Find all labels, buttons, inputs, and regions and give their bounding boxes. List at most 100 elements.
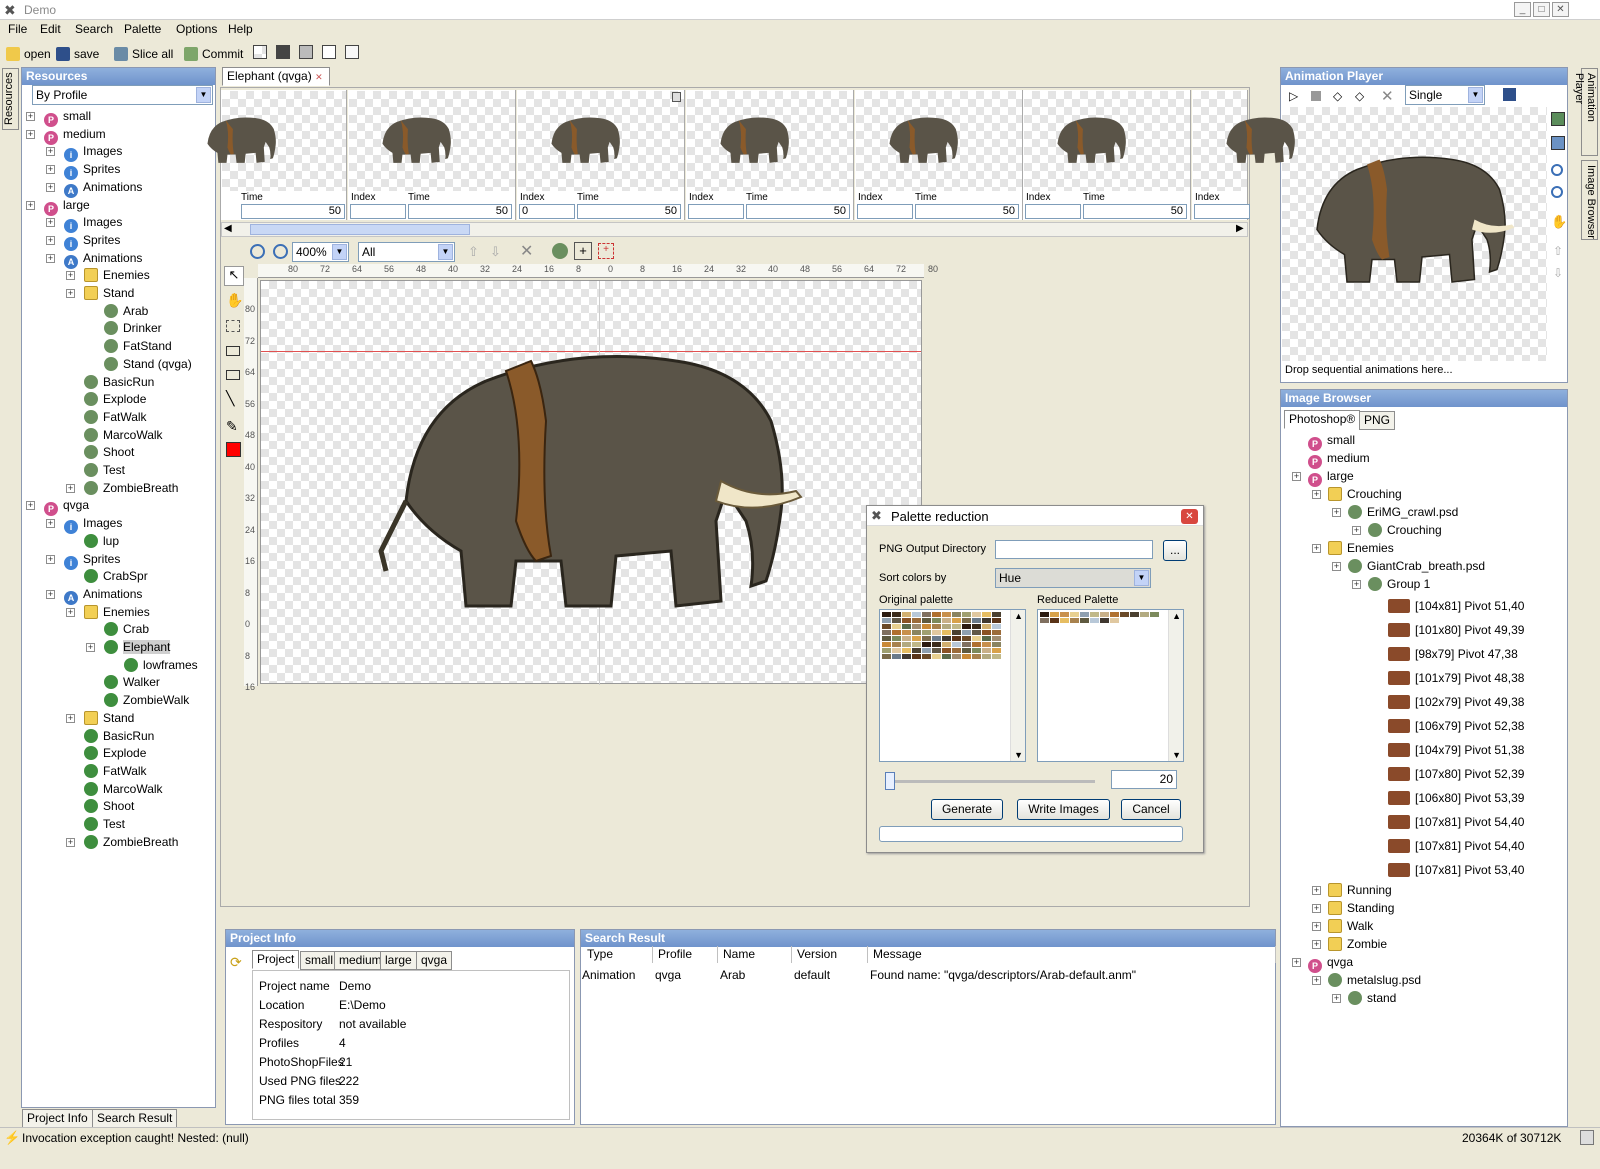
hand-icon[interactable]: ✋ xyxy=(1551,214,1567,230)
prev-frame-icon[interactable]: ◇ xyxy=(1333,89,1342,103)
tree-expander[interactable]: + xyxy=(46,589,55,599)
background-dark-toggle[interactable] xyxy=(276,45,290,59)
lock-icon[interactable] xyxy=(672,92,681,102)
write-images-button[interactable]: Write Images xyxy=(1017,799,1110,820)
tree-item[interactable]: i Sprites xyxy=(64,232,120,251)
animation-frame[interactable]: 1IndexTime50 xyxy=(348,90,516,220)
image-tree-item[interactable]: [98x79] Pivot 47,38 xyxy=(1388,646,1518,662)
tree-expander[interactable]: + xyxy=(26,200,35,210)
image-tree-item[interactable]: Group 1 xyxy=(1368,576,1430,592)
minimize-button[interactable]: _ xyxy=(1514,2,1531,17)
tree-expander[interactable]: + xyxy=(86,643,95,652)
tree-item[interactable]: Psmall xyxy=(44,108,91,127)
palette-scrollbar[interactable] xyxy=(1010,610,1025,761)
trash-icon[interactable] xyxy=(1580,1130,1594,1145)
cancel-button[interactable]: Cancel xyxy=(1121,799,1181,820)
tree-expander[interactable]: + xyxy=(46,165,55,175)
tree-item[interactable]: Shoot xyxy=(84,444,134,460)
column-header[interactable]: Message xyxy=(868,946,1276,963)
frame-time-input[interactable]: 50 xyxy=(241,204,345,219)
tree-expander[interactable]: + xyxy=(46,218,55,228)
bottom-tab-search-result[interactable]: Search Result xyxy=(92,1109,178,1128)
color-count-slider[interactable] xyxy=(885,772,1095,790)
image-tree-item[interactable]: [107x81] Pivot 54,40 xyxy=(1388,814,1524,830)
column-header[interactable]: Name xyxy=(718,946,792,963)
scroll-down-icon[interactable]: ▼ xyxy=(1014,750,1023,760)
tree-expander[interactable]: + xyxy=(66,483,75,493)
save-button[interactable]: save xyxy=(54,44,99,64)
frame-index-input[interactable] xyxy=(688,204,744,219)
close-tab-icon[interactable]: ✕ xyxy=(315,72,323,82)
menu-search[interactable]: Search xyxy=(75,22,113,36)
image-tree-item[interactable]: Running xyxy=(1328,882,1392,898)
zoom-out-icon[interactable] xyxy=(273,244,288,259)
open-button[interactable]: open xyxy=(4,44,51,64)
tree-item[interactable]: Test xyxy=(84,816,125,832)
png-dir-input[interactable] xyxy=(995,540,1153,559)
image-tree-item[interactable]: Walk xyxy=(1328,918,1373,934)
tree-item[interactable]: Enemies xyxy=(84,267,150,283)
animation-frame[interactable]: Time 50 xyxy=(207,90,347,220)
image-tree-item[interactable]: Pmedium xyxy=(1308,450,1370,469)
tree-expander[interactable]: + xyxy=(46,253,55,263)
tree-item[interactable]: A Animations xyxy=(64,250,142,269)
animation-frame[interactable]: 3IndexTime50 xyxy=(686,90,854,220)
tree-expander[interactable]: + xyxy=(1332,508,1341,517)
image-tree-item[interactable]: [106x80] Pivot 53,39 xyxy=(1388,790,1524,806)
clear-icon[interactable]: ✕ xyxy=(1381,87,1394,105)
image-tree-item[interactable]: Zombie xyxy=(1328,936,1387,952)
tab-qvga[interactable]: qvga xyxy=(416,951,453,970)
rectangle-outline-icon[interactable] xyxy=(226,370,240,380)
play-icon[interactable]: ▷ xyxy=(1289,89,1298,103)
frame-index-input[interactable] xyxy=(1025,204,1081,219)
tree-expander[interactable]: + xyxy=(1292,472,1301,481)
tree-item[interactable]: ZombieWalk xyxy=(104,692,189,708)
maximize-button[interactable]: □ xyxy=(1533,2,1550,17)
frame-scroll-thumb[interactable] xyxy=(250,224,470,235)
frame-index-input[interactable] xyxy=(857,204,913,219)
scroll-right-icon[interactable]: ▶ xyxy=(1236,223,1244,234)
menu-file[interactable]: File xyxy=(8,22,27,36)
tree-item[interactable]: Arab xyxy=(104,303,148,319)
tree-item[interactable]: i Images xyxy=(64,143,122,163)
tree-item[interactable]: BasicRun xyxy=(84,728,154,744)
animation-frame[interactable]: 4IndexTime50 xyxy=(855,90,1023,220)
tree-item[interactable]: A Animations xyxy=(64,586,142,605)
image-tree-item[interactable]: [107x80] Pivot 52,39 xyxy=(1388,766,1524,782)
crop-icon[interactable] xyxy=(226,320,240,332)
image-tree-item[interactable]: [104x81] Pivot 51,40 xyxy=(1388,598,1524,614)
image-tree-item[interactable]: [107x81] Pivot 53,40 xyxy=(1388,862,1524,878)
layer-select[interactable]: All ▼ xyxy=(358,242,455,262)
frame-index-input[interactable]: 0 xyxy=(519,204,575,219)
tree-expander[interactable]: + xyxy=(66,607,75,617)
generate-button[interactable]: Generate xyxy=(931,799,1003,820)
frame-time-input[interactable]: 50 xyxy=(408,204,512,219)
tree-item[interactable]: Crab xyxy=(104,621,149,637)
tree-expander[interactable]: + xyxy=(1352,580,1361,589)
tree-expander[interactable]: + xyxy=(66,289,75,298)
tree-item[interactable]: i Images xyxy=(64,515,122,535)
tree-item[interactable]: Stand (qvga) xyxy=(104,356,192,372)
tree-expander[interactable]: + xyxy=(46,147,55,157)
side-tab-resources[interactable]: Resources xyxy=(2,68,19,130)
arrow-down-icon[interactable]: ⇩ xyxy=(1553,266,1563,280)
tree-item[interactable]: Test xyxy=(84,462,125,478)
tree-expander[interactable]: + xyxy=(1352,526,1361,535)
next-frame-icon[interactable]: ◇ xyxy=(1355,89,1364,103)
tree-item[interactable]: ZombieBreath xyxy=(84,834,178,850)
frame-time-input[interactable]: 50 xyxy=(746,204,850,219)
image-tree-item[interactable]: [104x79] Pivot 51,38 xyxy=(1388,742,1524,758)
tree-expander[interactable]: + xyxy=(1292,958,1301,967)
tree-item[interactable]: CrabSpr xyxy=(84,568,148,584)
zoom-in-icon[interactable] xyxy=(1551,164,1563,176)
menu-options[interactable]: Options xyxy=(176,22,217,36)
tab-png[interactable]: PNG xyxy=(1359,411,1396,430)
scroll-up-icon[interactable]: ▲ xyxy=(1172,611,1181,621)
tree-expander[interactable]: + xyxy=(66,271,75,281)
tree-expander[interactable]: + xyxy=(46,519,55,529)
scroll-left-icon[interactable]: ◀ xyxy=(224,223,232,234)
tree-item[interactable]: A Animations xyxy=(64,179,142,198)
image-tree-item[interactable]: GiantCrab_breath.psd xyxy=(1348,558,1485,574)
tree-expander[interactable]: + xyxy=(1312,490,1321,499)
frame-scrollbar[interactable] xyxy=(221,222,1248,237)
